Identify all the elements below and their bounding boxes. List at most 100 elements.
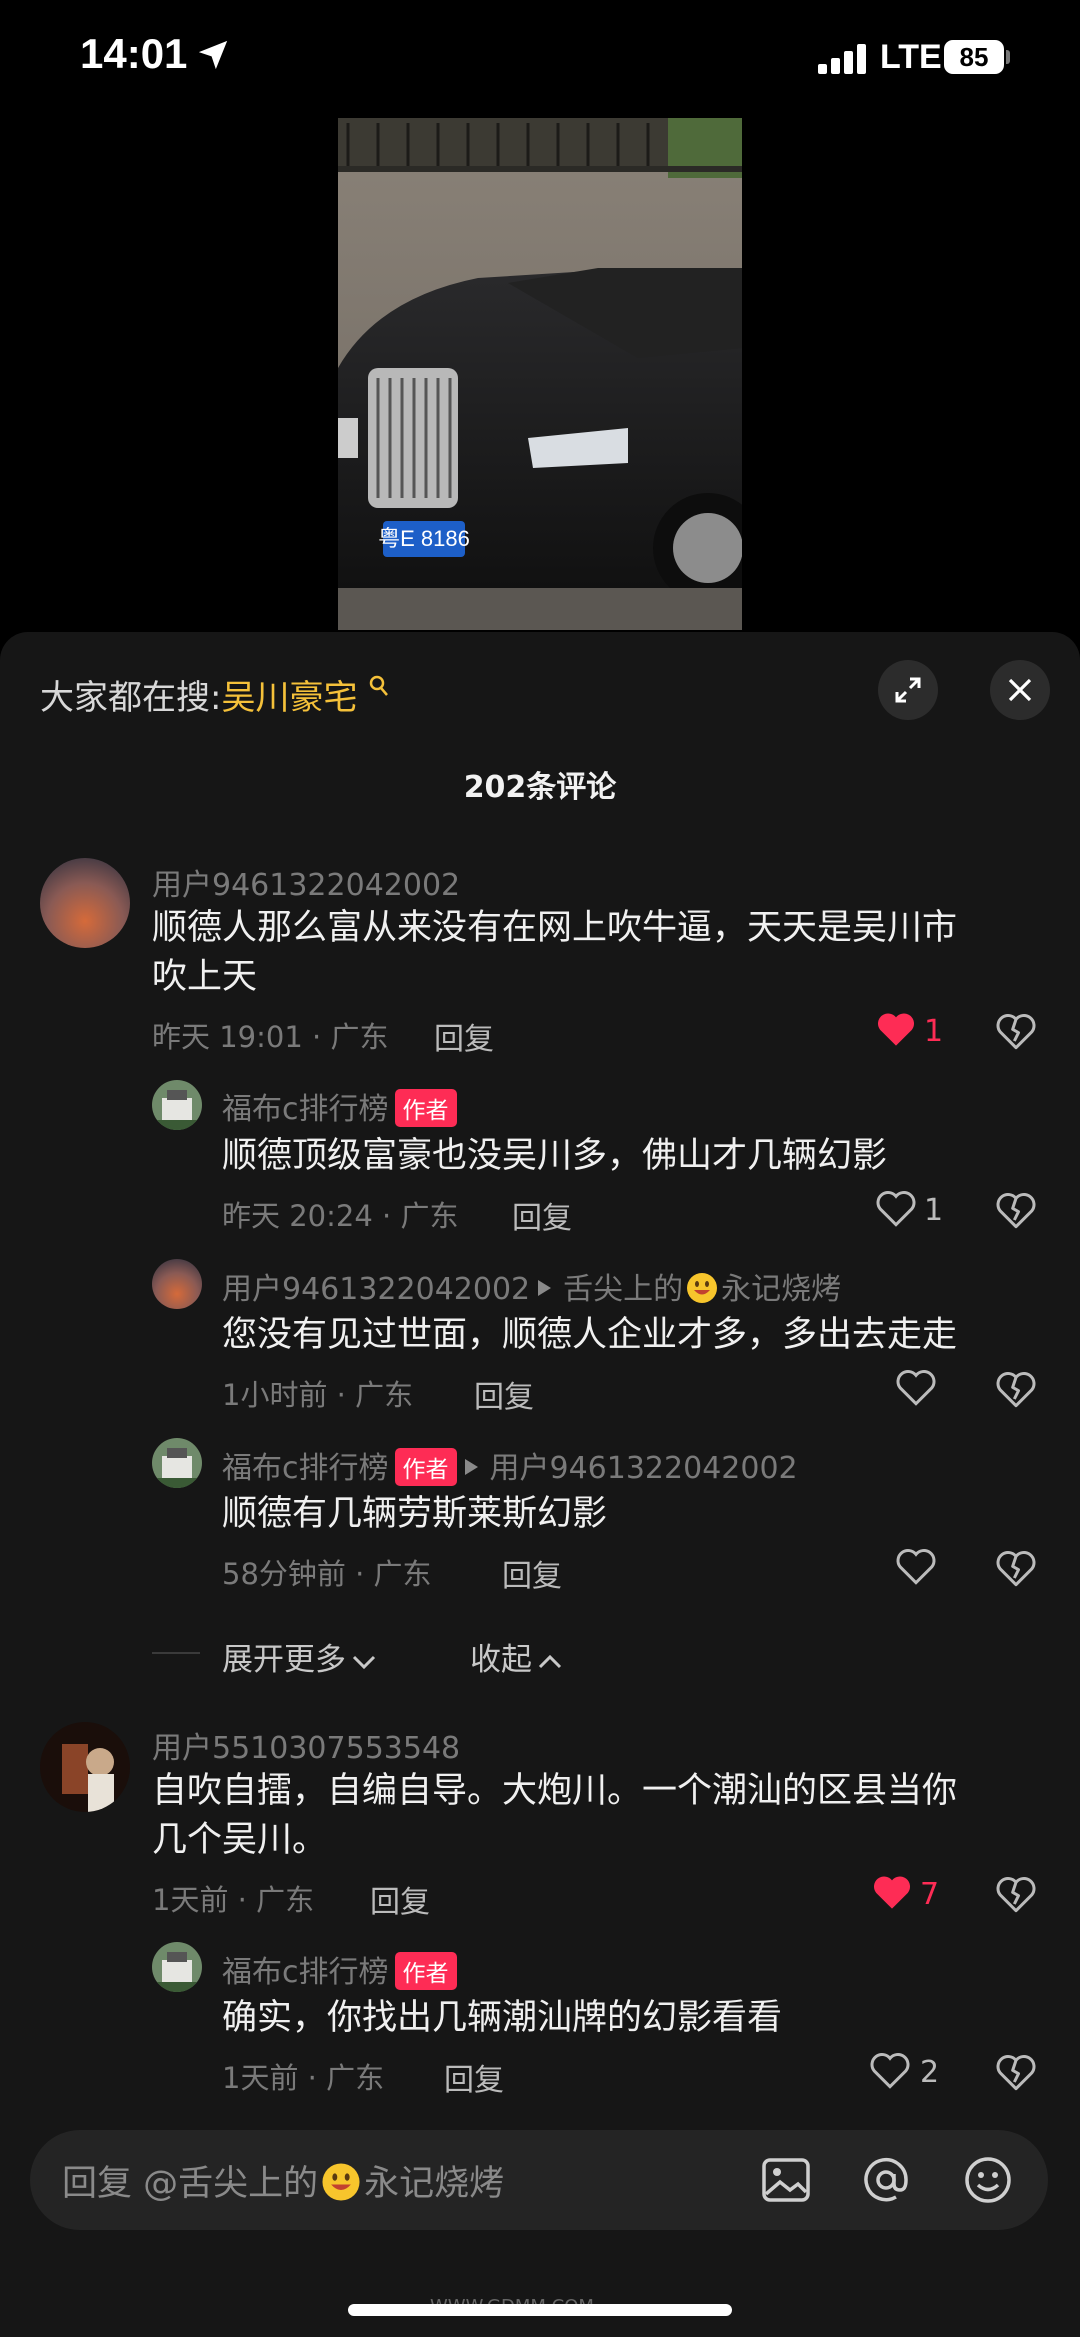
dislike-icon (996, 1014, 1036, 1050)
comment-text-line: 顺德人那么富从来没有在网上吹牛逼，天天是吴川市 (152, 908, 958, 948)
signal-icon (818, 44, 866, 74)
like-button[interactable] (896, 1547, 936, 1589)
comment-count: 202条评论 (463, 770, 617, 805)
dislike-icon (996, 1877, 1036, 1913)
emoji-icon (965, 2157, 1011, 2203)
comment-username[interactable]: 福布c排行榜 作者 (222, 1947, 457, 1993)
heart-icon (873, 1876, 911, 1909)
comment-meta: 1天前 · 广东 (222, 2061, 385, 2095)
chevron-down-icon (352, 1655, 376, 1669)
emoji-button[interactable] (962, 2154, 1014, 2210)
comment-meta: 昨天 20:24 · 广东 (222, 1199, 459, 1233)
comment-meta: 1小时前 · 广东 (222, 1378, 414, 1412)
heart-icon (876, 1191, 916, 1227)
comment-text: 顺德顶级富豪也没吴川多，佛山才几辆幻影 (222, 1136, 888, 1176)
comment-username[interactable]: 福布c排行榜 作者 用户9461322042002 (222, 1443, 798, 1489)
author-badge: 作者 (394, 1951, 457, 1990)
heart-icon (870, 2053, 910, 2089)
comment-text: 顺德有几辆劳斯莱斯幻影 (222, 1494, 608, 1534)
reply-button[interactable]: 回复 (370, 1877, 430, 1921)
comment-text-line: 吹上天 (152, 957, 258, 997)
reply-button[interactable]: 回复 (474, 1372, 534, 1416)
reply-button[interactable]: 回复 (512, 1193, 572, 1237)
like-count: 1 (924, 1193, 944, 1228)
dislike-icon (996, 1551, 1036, 1587)
like-button[interactable] (872, 1873, 912, 1915)
username-text[interactable]: 福布c排行榜 (222, 1955, 389, 1990)
comment-username[interactable]: 福布c排行榜 作者 (222, 1084, 457, 1130)
comment-text: 确实，你找出几辆潮汕牌的幻影看看 (222, 1998, 783, 2038)
image-icon (762, 2158, 810, 2202)
expand-more-button[interactable]: 展开更多 (222, 1634, 378, 1679)
comment-meta: 1天前 · 广东 (152, 1883, 315, 1917)
username-text[interactable]: 福布c排行榜 (222, 1451, 389, 1486)
avatar[interactable] (40, 1722, 130, 1812)
chevron-up-icon (538, 1654, 562, 1668)
like-button[interactable] (876, 1189, 916, 1231)
comment-text: 您没有见过世面，顺德人企业才多，多出去走走 (222, 1315, 958, 1355)
close-button[interactable] (990, 660, 1050, 720)
heart-icon (896, 1370, 936, 1406)
avatar[interactable] (152, 1438, 202, 1488)
like-button[interactable] (896, 1368, 936, 1410)
heart-icon (877, 1013, 915, 1046)
battery-nub (1006, 50, 1010, 64)
comment-meta: 昨天 19:01 · 广东 (152, 1020, 389, 1054)
license-plate: 粤E 8186 (378, 526, 470, 551)
reply-to-name-suffix[interactable]: 永记烧烤 (721, 1272, 841, 1307)
username-text[interactable]: 福布c排行榜 (222, 1092, 389, 1127)
collapse-button[interactable]: 收起 (470, 1634, 564, 1679)
comment-text-line: 自吹自擂，自编自导。大炮川。一个潮汕的区县当你 (152, 1771, 958, 1811)
comment-username[interactable]: 用户9461322042002 舌尖上的 永记烧烤 (222, 1264, 841, 1308)
video-player[interactable]: 粤E 8186 (338, 118, 742, 630)
comment-username[interactable]: 用户9461322042002 (152, 860, 460, 904)
reply-arrow-icon (464, 1458, 478, 1475)
status-time: 14:01 (80, 30, 188, 77)
comment-meta: 58分钟前 · 广东 (222, 1557, 432, 1591)
reply-input-suffix: 永记烧烤 (364, 2164, 505, 2204)
search-icon (370, 675, 389, 696)
reply-input-prefix: 回复 @舌尖上的 (62, 2164, 319, 2204)
dislike-button[interactable] (996, 1370, 1036, 1412)
username-text[interactable]: 用户9461322042002 (222, 1272, 530, 1307)
search-term-link[interactable]: 吴川豪宅 (221, 678, 357, 718)
at-icon (864, 2157, 908, 2202)
reply-button[interactable]: 回复 (434, 1014, 494, 1058)
dislike-button[interactable] (996, 2053, 1036, 2095)
reply-input-placeholder[interactable]: 回复 @舌尖上的 永记烧烤 (62, 2155, 504, 2206)
like-count: 2 (920, 2055, 940, 2090)
reply-button[interactable]: 回复 (502, 1551, 562, 1595)
car-video-frame: 粤E 8186 (338, 118, 742, 630)
reply-to-name[interactable]: 用户9461322042002 (490, 1451, 798, 1486)
dislike-icon (996, 1372, 1036, 1408)
author-badge: 作者 (394, 1447, 457, 1486)
expand-button[interactable] (878, 660, 938, 720)
avatar[interactable] (40, 858, 130, 948)
dislike-button[interactable] (996, 1191, 1036, 1233)
like-button[interactable] (876, 1010, 916, 1052)
like-count: 7 (920, 1877, 940, 1912)
comment-username[interactable]: 用户5510307553548 (152, 1723, 460, 1767)
avatar[interactable] (152, 1080, 202, 1130)
network-type: LTE (880, 38, 942, 76)
image-button[interactable] (760, 2154, 812, 2210)
dislike-button[interactable] (996, 1549, 1036, 1591)
reply-arrow-icon (538, 1279, 552, 1296)
search-suggestion[interactable]: 大家都在搜:吴川豪宅 (40, 670, 390, 719)
mention-button[interactable] (860, 2154, 912, 2210)
avatar[interactable] (152, 1942, 202, 1992)
dislike-icon (996, 2055, 1036, 2091)
heart-icon (896, 1549, 936, 1585)
dislike-button[interactable] (996, 1875, 1036, 1917)
like-button[interactable] (870, 2051, 910, 2093)
grinning-emoji-icon (322, 2163, 360, 2201)
author-badge: 作者 (394, 1088, 457, 1127)
home-indicator[interactable] (348, 2304, 732, 2316)
collapse-label: 收起 (470, 1642, 532, 1678)
avatar[interactable] (152, 1259, 202, 1309)
thread-divider (152, 1652, 200, 1654)
dislike-button[interactable] (996, 1012, 1036, 1054)
reply-button[interactable]: 回复 (444, 2055, 504, 2099)
reply-to-name[interactable]: 舌尖上的 (563, 1272, 683, 1307)
expand-icon (895, 677, 921, 703)
